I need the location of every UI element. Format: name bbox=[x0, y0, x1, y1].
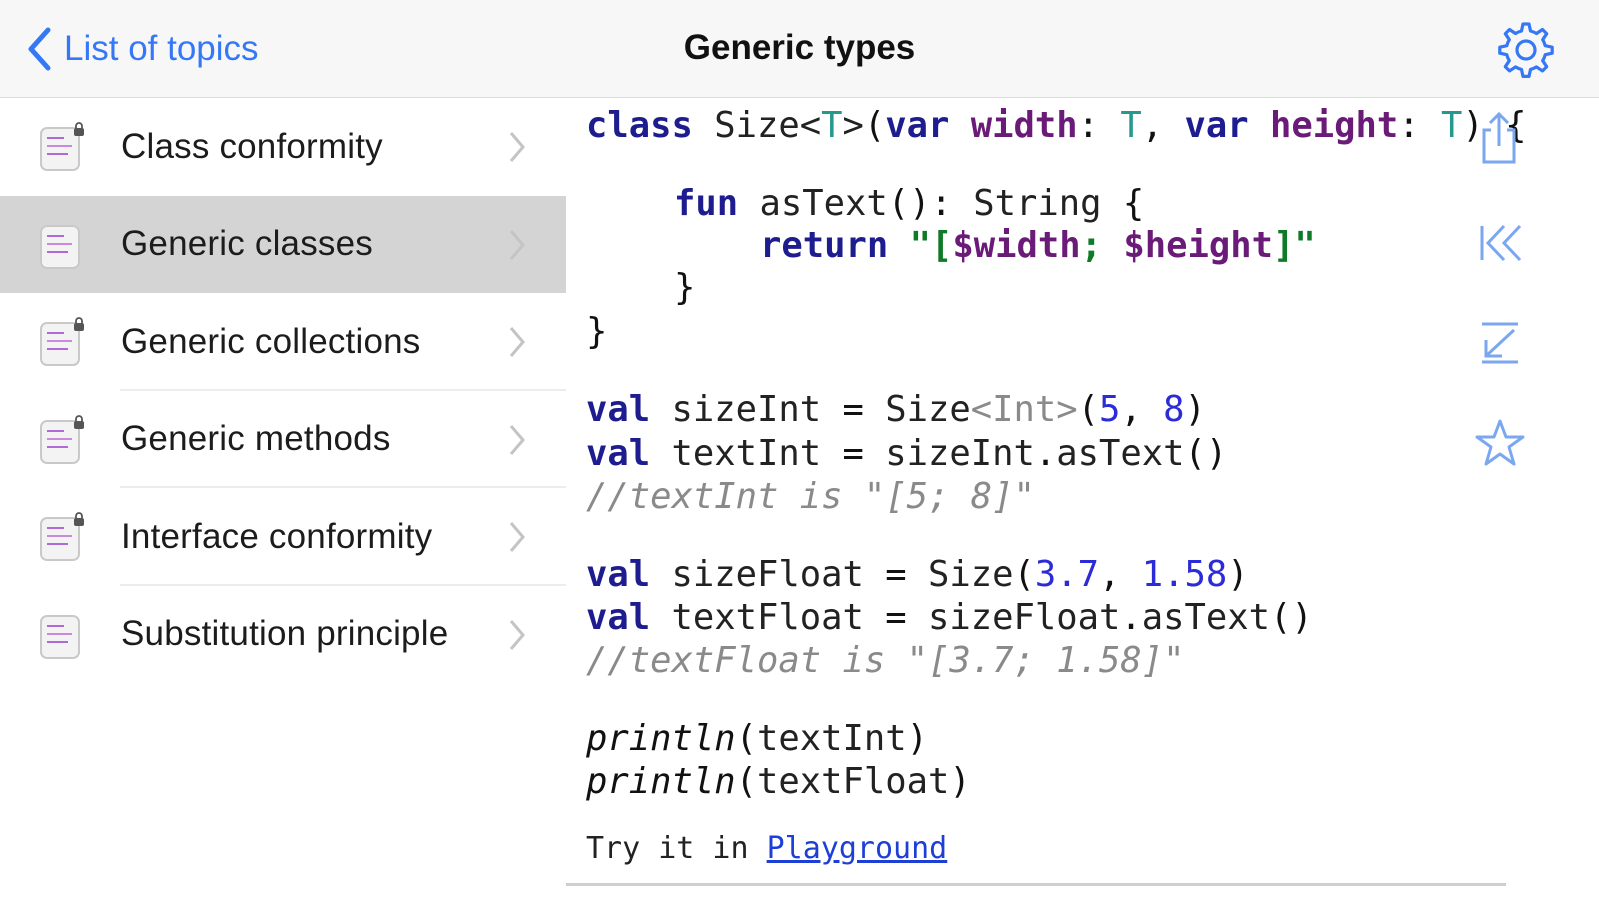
try-prefix: Try it in bbox=[586, 831, 767, 866]
code-line: } bbox=[674, 267, 696, 308]
list-item-interface-conformity[interactable]: Interface conformity bbox=[0, 488, 566, 586]
share-button[interactable] bbox=[1472, 108, 1526, 168]
list-item-label: Interface conformity bbox=[121, 516, 433, 556]
bottom-divider bbox=[566, 883, 1506, 886]
code-viewer: class Size<T>(var width: T, var height: … bbox=[566, 98, 1527, 900]
share-icon bbox=[1482, 111, 1516, 164]
jump-to-start-icon bbox=[1480, 224, 1522, 262]
code-line: val sizeInt = Size<Int>(5, 8) bbox=[586, 389, 1206, 430]
lesson-locked-icon bbox=[40, 317, 84, 366]
lesson-icon bbox=[40, 614, 80, 659]
chevron-right-icon bbox=[509, 424, 525, 455]
list-item-generic-collections[interactable]: Generic collections bbox=[0, 293, 566, 391]
topics-list: Class conformity Generic classes Generic… bbox=[0, 98, 566, 900]
list-item-label: Substitution principle bbox=[121, 614, 449, 654]
jump-to-start-button[interactable] bbox=[1474, 220, 1526, 266]
list-item-generic-classes[interactable]: Generic classes bbox=[0, 195, 566, 293]
code-line: } bbox=[586, 311, 608, 352]
list-item-label: Generic methods bbox=[121, 419, 391, 459]
code-comment: //textInt is "[5; 8]" bbox=[586, 476, 1035, 517]
settings-button[interactable] bbox=[1496, 20, 1556, 80]
code-line: val textFloat = sizeFloat.asText() bbox=[586, 597, 1313, 638]
scroll-to-end-icon bbox=[1482, 322, 1518, 364]
code-line: val sizeFloat = Size(3.7, 1.58) bbox=[586, 554, 1249, 595]
code-line: println(textFloat) bbox=[586, 761, 971, 802]
scroll-to-end-button[interactable] bbox=[1476, 320, 1524, 366]
favorite-star-icon bbox=[1475, 419, 1525, 466]
chevron-right-icon bbox=[509, 327, 525, 357]
lesson-locked-icon bbox=[40, 414, 84, 464]
navigation-bar: List of topics Generic types bbox=[0, 0, 1599, 98]
lesson-locked-icon bbox=[40, 512, 84, 561]
code-line: return "[$width; $height]" bbox=[760, 225, 1316, 266]
list-item-substitution-principle[interactable]: Substitution principle bbox=[0, 586, 566, 684]
list-item-label: Class conformity bbox=[121, 126, 383, 166]
list-item-class-conformity[interactable]: Class conformity bbox=[0, 98, 566, 196]
code-comment: //textFloat is "[3.7; 1.58]" bbox=[586, 640, 1185, 681]
code-line: val textInt = sizeInt.asText() bbox=[586, 433, 1228, 474]
playground-prompt: Try it in Playground bbox=[586, 831, 947, 866]
list-item-label: Generic collections bbox=[121, 321, 421, 361]
chevron-right-icon bbox=[509, 132, 525, 162]
gear-icon bbox=[1498, 22, 1554, 78]
lesson-locked-icon bbox=[40, 122, 84, 171]
page-title: Generic types bbox=[683, 28, 916, 67]
chevron-right-icon bbox=[509, 522, 525, 552]
chevron-right-icon bbox=[509, 229, 525, 260]
playground-link[interactable]: Playground bbox=[767, 831, 948, 866]
code-line: class Size<T>(var width: T, var height: … bbox=[586, 105, 1527, 146]
lesson-icon bbox=[40, 224, 80, 269]
list-item-label: Generic classes bbox=[121, 224, 373, 264]
code-line: println(textInt) bbox=[586, 718, 928, 759]
code-line: fun asText(): String { bbox=[674, 183, 1145, 224]
favorite-button[interactable] bbox=[1474, 418, 1526, 468]
list-item-generic-methods[interactable]: Generic methods bbox=[0, 391, 566, 488]
chevron-right-icon bbox=[509, 619, 525, 650]
